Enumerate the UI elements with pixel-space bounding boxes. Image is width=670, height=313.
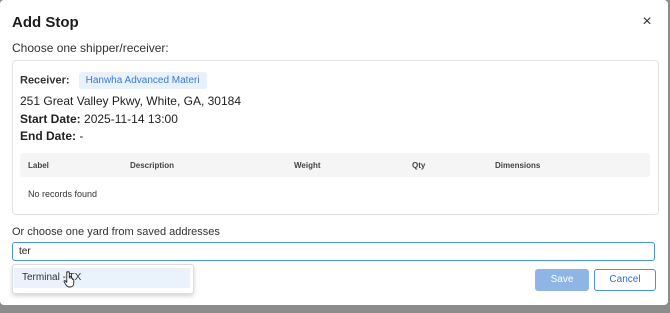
yard-prompt: Or choose one yard from saved addresses bbox=[12, 226, 220, 238]
column-dimensions: Dimensions bbox=[495, 161, 541, 170]
receiver-row: Receiver: Hanwha Advanced Materi bbox=[20, 72, 207, 89]
end-date-label: End Date: bbox=[20, 129, 77, 143]
receiver-address: 251 Great Valley Pkwy, White, GA, 30184 bbox=[20, 94, 241, 108]
table-header: Label Description Weight Qty Dimensions bbox=[20, 153, 650, 177]
modal-title: Add Stop bbox=[12, 14, 79, 31]
cancel-button[interactable]: Cancel bbox=[594, 269, 656, 291]
end-date: End Date: - bbox=[20, 129, 83, 143]
hand-pointer-icon bbox=[63, 271, 75, 288]
dropdown-option-terminal-tx[interactable]: Terminal - TX bbox=[14, 268, 190, 288]
shipper-receiver-prompt: Choose one shipper/receiver: bbox=[12, 41, 169, 55]
yard-search-input[interactable] bbox=[12, 242, 655, 261]
add-stop-modal: Add Stop × Choose one shipper/receiver: … bbox=[0, 0, 668, 305]
close-icon[interactable]: × bbox=[640, 14, 654, 30]
column-weight: Weight bbox=[294, 161, 321, 170]
start-date: Start Date: 2025-11-14 13:00 bbox=[20, 112, 178, 126]
column-label: Label bbox=[28, 161, 49, 170]
column-description: Description bbox=[130, 161, 175, 170]
end-date-value: - bbox=[79, 129, 84, 143]
column-qty: Qty bbox=[412, 161, 426, 170]
start-date-value: 2025-11-14 13:00 bbox=[84, 112, 178, 126]
save-button[interactable]: Save bbox=[535, 269, 589, 291]
receiver-name-badge: Hanwha Advanced Materi bbox=[78, 72, 207, 89]
receiver-label: Receiver: bbox=[20, 74, 70, 87]
empty-table-message: No records found bbox=[28, 189, 98, 199]
receiver-card[interactable]: Receiver: Hanwha Advanced Materi 251 Gre… bbox=[12, 60, 659, 215]
yard-dropdown: Terminal - TX bbox=[12, 264, 194, 294]
start-date-label: Start Date: bbox=[20, 112, 81, 126]
